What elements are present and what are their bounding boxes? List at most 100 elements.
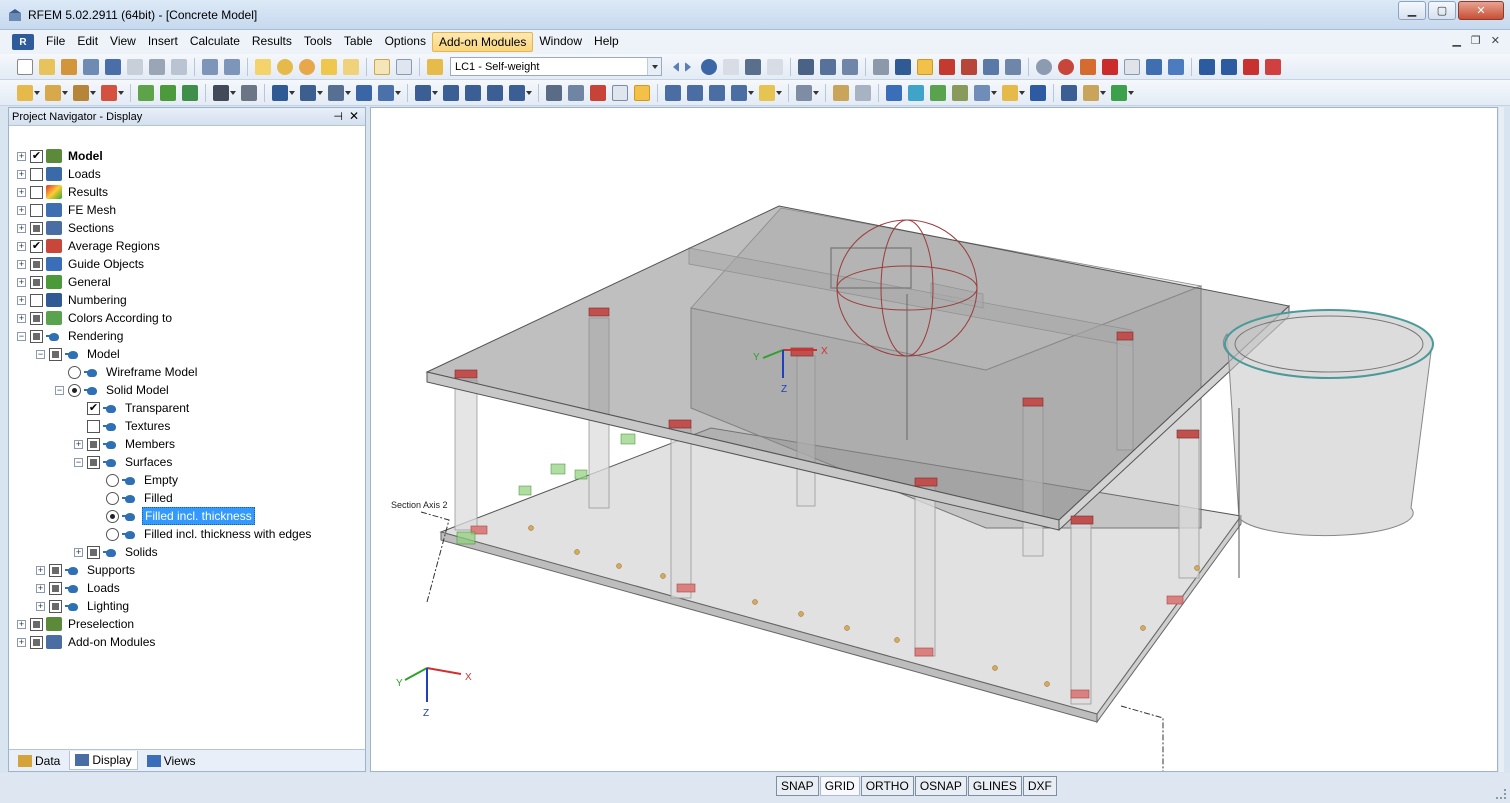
block-icon[interactable] xyxy=(1030,84,1046,101)
tree-item-supports[interactable]: + Supports xyxy=(36,561,137,579)
redo-icon[interactable] xyxy=(224,58,240,75)
tree-item-filled-incl-thickness[interactable]: Filled incl. thickness xyxy=(93,507,255,525)
menu-table[interactable]: Table xyxy=(338,32,379,52)
tree-item-sections[interactable]: + Sections xyxy=(17,219,116,237)
table-icon[interactable] xyxy=(374,58,390,75)
new-solid-icon[interactable] xyxy=(138,84,154,101)
new-hinge-icon[interactable] xyxy=(241,84,257,101)
grid-toggle[interactable]: GRID xyxy=(819,776,860,796)
tree-item-rendering[interactable]: − Rendering xyxy=(17,327,125,345)
menu-tools[interactable]: Tools xyxy=(298,32,338,52)
mdi-minimize-button[interactable]: ▁ xyxy=(1452,34,1460,47)
snap-grid-icon[interactable] xyxy=(873,58,889,75)
y-axis-icon[interactable] xyxy=(687,84,703,101)
chevron-down-icon[interactable] xyxy=(647,58,661,75)
view-icon[interactable] xyxy=(272,84,288,101)
zoom-window-icon[interactable] xyxy=(568,84,584,101)
checkbox[interactable] xyxy=(30,203,43,217)
next-load-case-icon[interactable] xyxy=(685,61,695,72)
open-project-icon[interactable] xyxy=(61,58,77,75)
tree-item-lighting[interactable]: + Lighting xyxy=(36,597,131,615)
tree-item-average-regions[interactable]: + ✔ Average Regions xyxy=(17,237,162,255)
view-x-icon[interactable] xyxy=(415,84,431,101)
grid-icon[interactable] xyxy=(396,58,412,75)
model-check-icon[interactable] xyxy=(1146,58,1162,75)
tree-item-preselection[interactable]: + Preselection xyxy=(17,615,136,633)
tree-item-empty[interactable]: Empty xyxy=(93,471,180,489)
expand-icon[interactable]: + xyxy=(17,295,26,305)
checkbox[interactable] xyxy=(49,347,62,361)
checkbox[interactable] xyxy=(87,545,100,559)
tree-item-wireframe-model[interactable]: Wireframe Model xyxy=(55,363,199,381)
mdi-close-button[interactable]: ✕ xyxy=(1491,34,1500,47)
x-axis-icon[interactable] xyxy=(665,84,681,101)
user-view-icon[interactable] xyxy=(378,84,394,101)
tree-item-guide-objects[interactable]: + Guide Objects xyxy=(17,255,146,273)
show-values-icon[interactable] xyxy=(767,58,783,75)
visibility-icon[interactable] xyxy=(328,84,344,101)
view-iso-icon[interactable] xyxy=(487,84,503,101)
perspective-icon[interactable] xyxy=(759,84,775,101)
search-icon[interactable] xyxy=(277,58,293,75)
glines-toggle[interactable]: GLINES xyxy=(967,776,1022,796)
snap-settings-icon[interactable] xyxy=(1002,84,1018,101)
guide-line-icon[interactable] xyxy=(886,84,902,101)
delete-icon[interactable] xyxy=(1102,58,1118,75)
radio-button[interactable] xyxy=(68,365,81,379)
coordinate-system-icon[interactable] xyxy=(930,84,946,101)
concrete-model-3d[interactable]: X Y Z Section Axis 2 X Y Z xyxy=(371,108,1498,772)
checkbox[interactable] xyxy=(30,617,43,631)
project-icon[interactable] xyxy=(983,58,999,75)
support-icon[interactable] xyxy=(1243,58,1259,75)
results-window-icon[interactable] xyxy=(343,58,359,75)
checkbox[interactable] xyxy=(49,599,62,613)
menu-add-on-modules[interactable]: Add-on Modules xyxy=(431,32,534,52)
print-icon[interactable] xyxy=(149,58,165,75)
printout-icon[interactable] xyxy=(127,58,143,75)
tree-item-loads[interactable]: + Loads xyxy=(17,165,103,183)
tree-item-filled[interactable]: Filled xyxy=(93,489,175,507)
collapse-icon[interactable]: − xyxy=(55,385,64,395)
checkbox[interactable] xyxy=(30,293,43,307)
tree-item-filled-incl-thickness-with-edges[interactable]: Filled incl. thickness with edges xyxy=(93,525,313,543)
canvas-scrollbar[interactable] xyxy=(1499,107,1504,772)
wireframe-icon[interactable] xyxy=(612,84,628,101)
section-icon[interactable] xyxy=(300,84,316,101)
clipping-plane-icon[interactable] xyxy=(356,84,372,101)
radio-button[interactable] xyxy=(106,473,119,487)
expand-icon[interactable]: + xyxy=(17,619,26,629)
solid-model-icon[interactable] xyxy=(634,84,650,101)
intersect-icon[interactable] xyxy=(1058,58,1074,75)
save-icon[interactable] xyxy=(105,58,121,75)
expand-icon[interactable]: + xyxy=(36,583,45,593)
menu-view[interactable]: View xyxy=(104,32,142,52)
load-icon[interactable] xyxy=(1265,58,1281,75)
import-icon[interactable] xyxy=(1221,58,1237,75)
checkbox[interactable] xyxy=(30,635,43,649)
checkbox[interactable]: ✔ xyxy=(87,401,100,415)
menu-results[interactable]: Results xyxy=(246,32,298,52)
checkbox[interactable] xyxy=(30,275,43,289)
tree-item-model[interactable]: + ✔ Model xyxy=(17,147,105,165)
checkbox[interactable]: ✔ xyxy=(30,149,43,163)
menu-help[interactable]: Help xyxy=(588,32,625,52)
tree-item-textures[interactable]: Textures xyxy=(74,417,172,435)
resize-grip[interactable] xyxy=(1496,789,1506,799)
menu-edit[interactable]: Edit xyxy=(71,32,104,52)
radio-button[interactable] xyxy=(68,383,81,397)
expand-icon[interactable]: + xyxy=(17,277,26,287)
calculate-icon[interactable] xyxy=(321,58,337,75)
graphic-printout-icon[interactable] xyxy=(1083,84,1099,101)
dxf-background-icon[interactable] xyxy=(952,84,968,101)
new-surface-icon[interactable] xyxy=(101,84,117,101)
result-values-icon[interactable] xyxy=(723,58,739,75)
expand-icon[interactable]: + xyxy=(17,313,26,323)
animation-icon[interactable] xyxy=(798,58,814,75)
rotate-icon[interactable] xyxy=(939,58,955,75)
tree-item-surfaces[interactable]: − Surfaces xyxy=(74,453,174,471)
tree-item-solid-model[interactable]: − Solid Model xyxy=(55,381,171,399)
tree-item-members[interactable]: + Members xyxy=(74,435,177,453)
connect-icon[interactable] xyxy=(1036,58,1052,75)
expand-icon[interactable]: + xyxy=(17,187,26,197)
expand-icon[interactable]: + xyxy=(17,637,26,647)
